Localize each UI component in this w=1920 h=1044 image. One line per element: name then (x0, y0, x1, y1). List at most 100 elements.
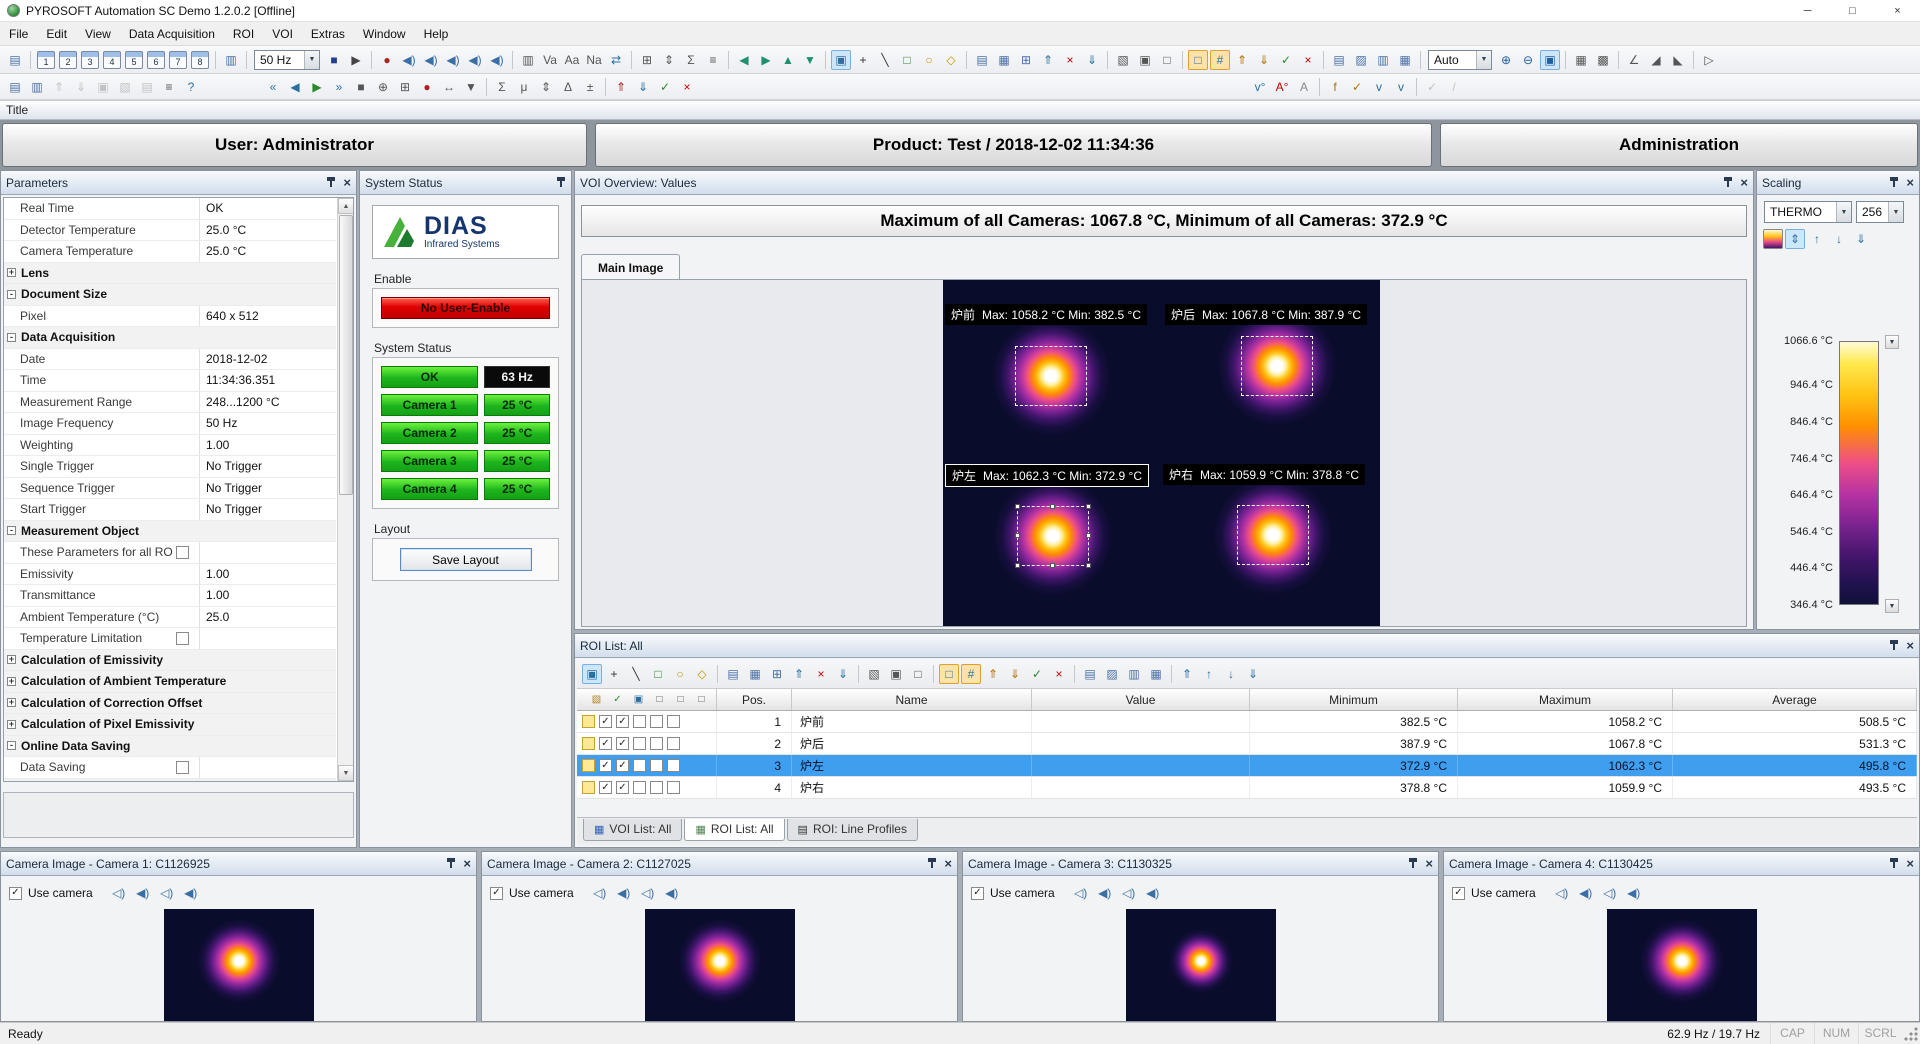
parameter-row[interactable]: Date 2018-12-02 (4, 349, 336, 371)
roi-import-icon[interactable]: ⇓ (833, 664, 853, 684)
close-icon[interactable]: × (1906, 639, 1914, 652)
camera-2-status-button[interactable]: Camera 2 (381, 422, 478, 444)
scroll-up-icon[interactable]: ▲ (338, 198, 354, 214)
maximize-button[interactable]: □ (1830, 0, 1875, 21)
window-tile-v-icon[interactable]: ▦ (1395, 50, 1415, 70)
roi-alarm1-checkbox[interactable] (633, 781, 646, 794)
pin-icon[interactable] (927, 858, 937, 869)
close-icon[interactable]: × (944, 857, 952, 870)
roi-values-icon[interactable]: # (961, 664, 981, 684)
audio-cam4-icon[interactable]: ◀) (487, 50, 507, 70)
parameter-row[interactable]: Ambient Temperature (°C) 25.0 (4, 607, 336, 629)
audio-all-icon[interactable]: ◀) (399, 50, 419, 70)
roi-frames-icon[interactable]: □ (939, 664, 959, 684)
roi-bottom-tab[interactable]: ▤ ROI: Line Profiles (787, 819, 918, 841)
col-color-icon[interactable]: ▧ (588, 691, 605, 708)
columns-icon[interactable]: ▥ (518, 50, 538, 70)
roi-enabled-checkbox[interactable] (616, 759, 629, 772)
roi-alarm3-checkbox[interactable] (667, 737, 680, 750)
parameter-value[interactable]: 25.0 °C (200, 244, 336, 258)
roi-report-icon[interactable]: ▧ (864, 664, 884, 684)
col-alarm2-icon[interactable]: □ (651, 691, 668, 708)
roi-rect-icon[interactable]: □ (648, 664, 668, 684)
parameter-value[interactable]: 640 x 512 (200, 309, 336, 323)
roi-visible-checkbox[interactable] (599, 759, 612, 772)
roi-alarm3-checkbox[interactable] (667, 715, 680, 728)
seq-first-icon[interactable]: « (263, 77, 283, 97)
show-values-icon[interactable]: # (1210, 50, 1230, 70)
col-alarm1-icon[interactable]: ▣ (630, 691, 647, 708)
nav-right-icon[interactable]: ▶ (756, 50, 776, 70)
voi-check-icon[interactable]: ✓ (1347, 77, 1367, 97)
roi-window4-icon[interactable]: ▦ (1146, 664, 1166, 684)
parameter-row[interactable]: Weighting 1.00 (4, 435, 336, 457)
roi-color-swatch[interactable] (582, 781, 595, 794)
names-display-icon[interactable]: Na (584, 50, 604, 70)
areas-display-icon[interactable]: Aa (562, 50, 582, 70)
roi-copy-icon[interactable]: ▤ (723, 664, 743, 684)
roi-table-row[interactable]: 3 炉左 372.9 °C 1062.3 °C 495.8 °C (577, 755, 1917, 777)
pin-icon[interactable] (1408, 858, 1418, 869)
menu-item[interactable]: ROI (224, 22, 263, 45)
roi-alarm2-checkbox[interactable] (650, 759, 663, 772)
parameter-checkbox[interactable] (176, 761, 189, 774)
nav-left-icon[interactable]: ◀ (734, 50, 754, 70)
menu-item[interactable]: Help (415, 22, 458, 45)
column-header-average[interactable]: Average (1673, 689, 1917, 710)
audio-cam1-icon[interactable]: ◀) (421, 50, 441, 70)
roi-enabled-checkbox[interactable] (616, 737, 629, 750)
new-view-icon[interactable]: ▤ (5, 50, 25, 70)
pin-icon[interactable] (326, 177, 336, 188)
parameter-value[interactable]: No Trigger (200, 459, 336, 473)
parameter-row[interactable]: Camera Temperature 25.0 °C (4, 241, 336, 263)
run-icon[interactable]: ▷ (1699, 50, 1719, 70)
roi-move-top-icon[interactable]: ⇑ (1177, 664, 1197, 684)
camera-3-status-button[interactable]: Camera 3 (381, 450, 478, 472)
roi-window3-icon[interactable]: ▥ (1124, 664, 1144, 684)
parameter-row[interactable]: Calculation of Ambient Temperature (4, 671, 336, 693)
parameter-row[interactable]: Temperature Limitation (4, 628, 336, 650)
voi-accept-icon[interactable]: ✓ (1422, 77, 1442, 97)
alarm-down-icon[interactable]: ⇓ (633, 77, 653, 97)
expand-box-icon[interactable] (7, 655, 16, 664)
close-button[interactable]: × (1875, 0, 1920, 21)
voi-list-icon[interactable]: v (1369, 77, 1389, 97)
parameter-value[interactable]: No Trigger (200, 481, 336, 495)
roi-window2-icon[interactable]: ▨ (1102, 664, 1122, 684)
roi-alarm2-checkbox[interactable] (650, 781, 663, 794)
close-icon[interactable]: × (343, 176, 351, 189)
roi-box-3-selected[interactable] (1017, 506, 1089, 566)
roi-alarm1-checkbox[interactable] (633, 715, 646, 728)
roi-table-row[interactable]: 1 炉前 382.5 °C 1058.2 °C 508.5 °C (577, 711, 1917, 733)
alarm-off-icon[interactable]: × (677, 77, 697, 97)
calc-sum-icon[interactable]: Σ (492, 77, 512, 97)
roi-raise-icon[interactable]: ⇑ (1232, 50, 1252, 70)
audio-low-alt-icon[interactable]: ◀) (1575, 883, 1597, 903)
nav-down-icon[interactable]: ▼ (800, 50, 820, 70)
parameter-value[interactable]: OK (200, 201, 336, 215)
voi-reject-icon[interactable]: / (1444, 77, 1464, 97)
parameter-row[interactable]: Measurement Range 248...1200 °C (4, 392, 336, 414)
levels-combo[interactable]: 256▼ (1856, 201, 1904, 223)
pin-icon[interactable] (556, 177, 566, 188)
expand-box-icon[interactable] (7, 720, 16, 729)
frequency-combo[interactable]: 50 Hz▼ (254, 50, 320, 70)
layout-preset-2-icon[interactable]: 2 (59, 51, 77, 69)
parameter-row[interactable]: Image Frequency 50 Hz (4, 413, 336, 435)
parameter-value[interactable]: No Trigger (200, 502, 336, 516)
parameter-value[interactable]: 2018-12-02 (200, 352, 336, 366)
administration-button[interactable]: Administration (1440, 123, 1918, 167)
camera-1-thermal-image[interactable] (164, 909, 314, 1021)
column-header-name[interactable]: Name (792, 689, 1032, 710)
layout-preset-4-icon[interactable]: 4 (103, 51, 121, 69)
parameter-row[interactable]: Online Data Saving (4, 736, 336, 758)
polygon-roi-icon[interactable]: ◇ (941, 50, 961, 70)
roi-front-icon[interactable]: ▣ (886, 664, 906, 684)
seq-back-icon[interactable]: ◀ (285, 77, 305, 97)
rect-roi-icon[interactable]: □ (897, 50, 917, 70)
trigger-single-icon[interactable]: ⊕ (373, 77, 393, 97)
system-ok-button[interactable]: OK (381, 366, 478, 388)
camera-1-status-button[interactable]: Camera 1 (381, 394, 478, 416)
export-roi-icon[interactable]: ⇑ (1038, 50, 1058, 70)
roi-alarm2-checkbox[interactable] (650, 715, 663, 728)
